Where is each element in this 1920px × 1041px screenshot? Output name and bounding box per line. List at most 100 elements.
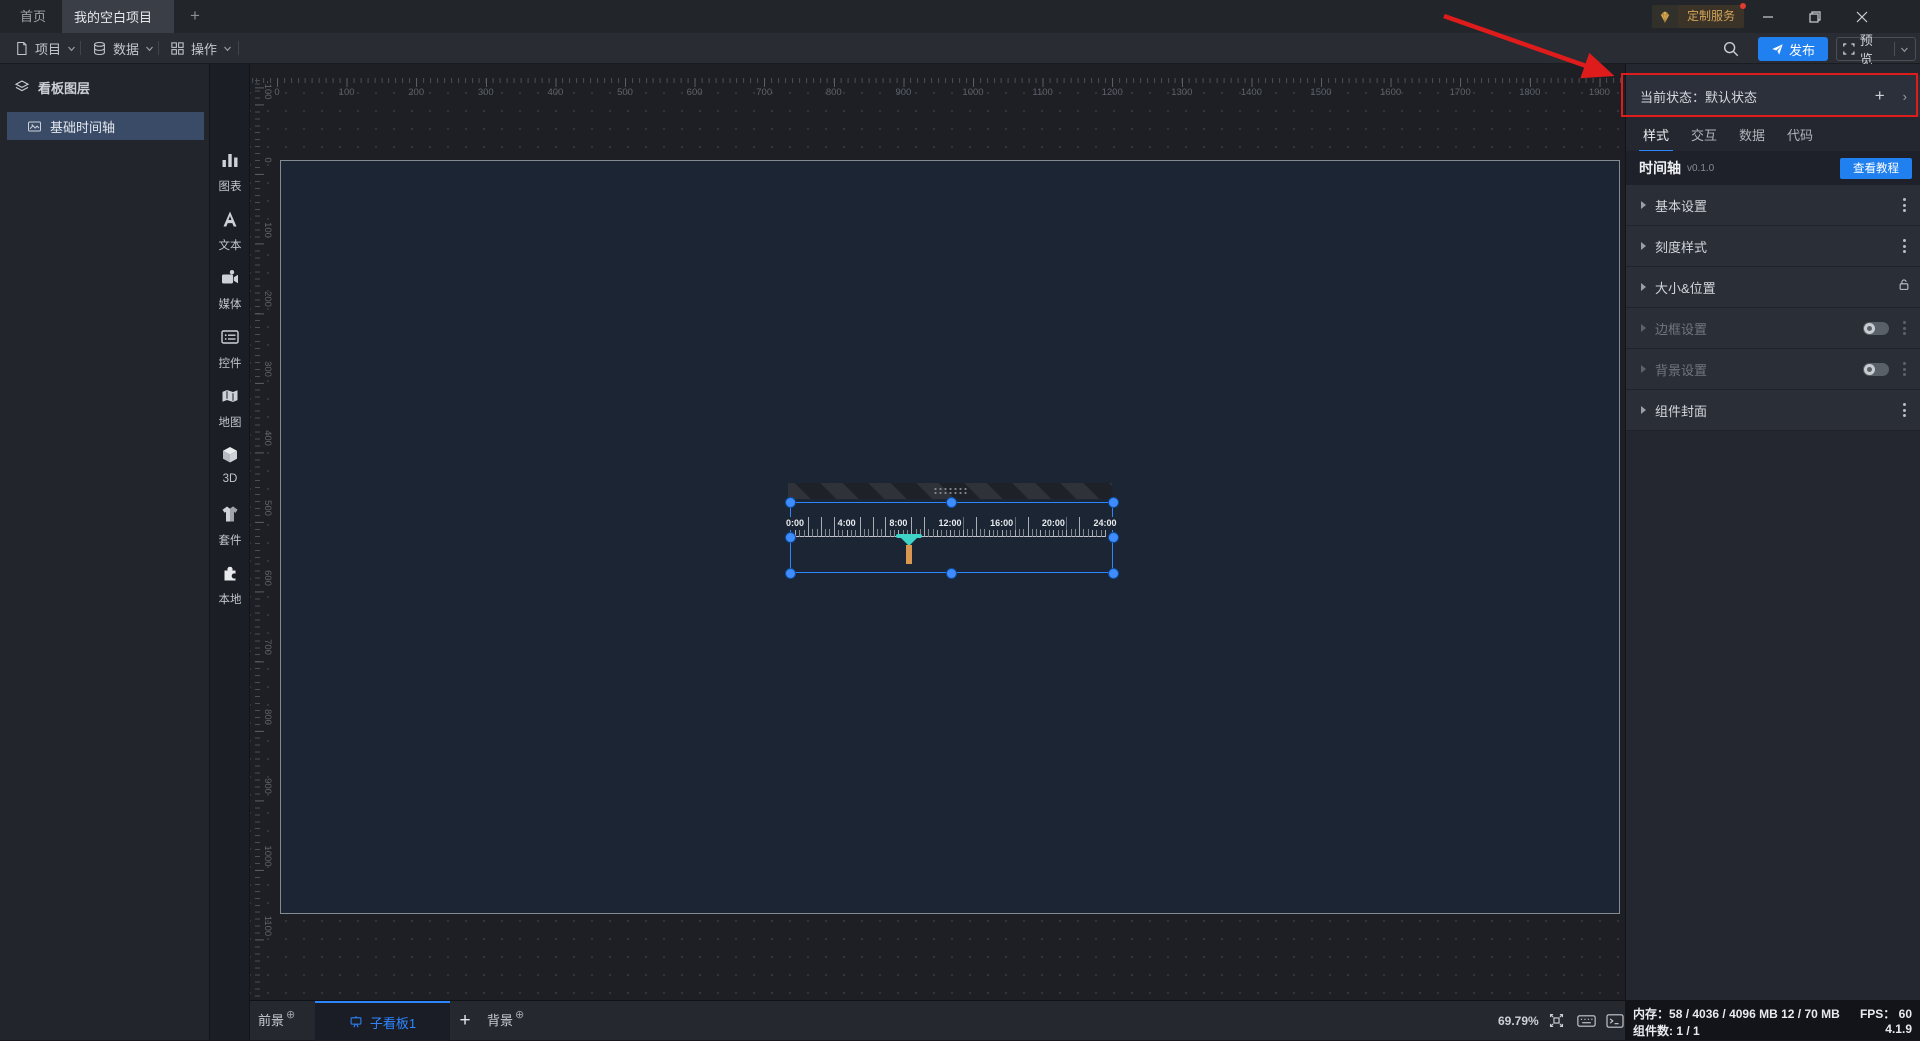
panel-tab-交互[interactable]: 交互	[1689, 117, 1719, 152]
h-ruler-label: 1800	[1519, 87, 1541, 98]
settings-sections: 基本设置 刻度样式大小&位置边框设置背景设置组件封面	[1626, 185, 1920, 431]
publish-button[interactable]: 发布	[1758, 37, 1828, 61]
tutorial-button[interactable]: 查看教程	[1840, 157, 1912, 179]
h-ruler-label: 1500	[1310, 87, 1332, 98]
close-button[interactable]	[1845, 0, 1879, 33]
chevron-down-icon	[1901, 47, 1908, 52]
caret-right-icon	[1641, 406, 1646, 414]
current-state-row[interactable]: 当前状态：默认状态 + ›	[1626, 75, 1920, 117]
kebab-menu-icon[interactable]	[1897, 196, 1911, 214]
timeline-tick-label: 16:00	[988, 517, 1016, 530]
kebab-menu-icon[interactable]	[1897, 401, 1911, 419]
timeline-tick	[833, 517, 835, 537]
terminal-icon[interactable]	[1604, 1011, 1626, 1030]
section-大小&位置[interactable]: 大小&位置	[1626, 267, 1920, 308]
section-基本设置[interactable]: 基本设置	[1626, 185, 1920, 226]
menu-project[interactable]: 项目	[14, 33, 76, 63]
resize-handle[interactable]	[785, 568, 795, 578]
tool-media[interactable]: 媒体	[210, 268, 250, 316]
foreground-tab[interactable]: 前景 ⊕	[258, 1001, 295, 1041]
timeline-tick	[932, 529, 934, 537]
preview-button[interactable]: 预览	[1836, 33, 1916, 67]
resize-handle[interactable]	[947, 568, 956, 578]
resize-handle[interactable]	[785, 497, 795, 507]
resize-handle[interactable]	[785, 533, 795, 542]
doc-icon	[17, 41, 27, 55]
timeline-tick	[842, 529, 844, 537]
minimize-button[interactable]	[1751, 0, 1785, 33]
local-icon	[220, 563, 240, 588]
v-ruler-label: 500	[262, 500, 273, 516]
resize-handle[interactable]	[1108, 533, 1118, 542]
canvas[interactable]: 0 100 200 300 400 500 600 700 800 900 1000 1100 1200…	[250, 64, 1625, 1000]
menu-data[interactable]: 数据	[92, 33, 154, 63]
tool-control[interactable]: 控件	[210, 327, 250, 375]
panel-tab-数据[interactable]: 数据	[1737, 117, 1767, 152]
kit-icon	[220, 504, 240, 529]
timeline-tick	[803, 529, 805, 537]
component-info-row: 时间轴 v0.1.0 查看教程	[1626, 151, 1920, 185]
timeline-component[interactable]: 0:00 4:00 8:00 12:00 16:00 20:00 24:00	[783, 515, 1119, 537]
add-state-button[interactable]: +	[1875, 86, 1885, 106]
fit-screen-icon[interactable]	[1545, 1011, 1567, 1030]
panel-tab-代码[interactable]: 代码	[1785, 117, 1815, 152]
tool-local[interactable]: 本地	[210, 563, 250, 611]
search-icon[interactable]	[1722, 40, 1740, 58]
lock-icon[interactable]	[1897, 277, 1911, 297]
chevron-down-icon	[68, 46, 75, 51]
timeline-tick-label: 4:00	[835, 517, 858, 530]
tool-label: 地图	[218, 417, 242, 429]
timeline-tick	[928, 529, 930, 537]
new-tab-button[interactable]: +	[186, 7, 204, 25]
layer-item-timeline[interactable]: 基础时间轴	[7, 112, 204, 140]
project-tab[interactable]: 我的空白项目	[62, 0, 174, 33]
v-ruler-label: 1000	[262, 845, 273, 867]
section-背景设置[interactable]: 背景设置	[1626, 349, 1920, 390]
add-foreground-icon[interactable]: ⊕	[286, 1010, 295, 1021]
grid-icon	[171, 41, 184, 55]
zoom-level[interactable]: 69.79%	[1498, 1014, 1539, 1028]
subboard-tab[interactable]: 子看板1	[315, 1001, 450, 1041]
h-ruler-label: 300	[477, 87, 494, 98]
image-icon	[28, 121, 41, 131]
section-组件封面[interactable]: 组件封面	[1626, 390, 1920, 431]
tool-text[interactable]: 文本	[210, 209, 250, 257]
keyboard-icon[interactable]	[1575, 1011, 1597, 1030]
chevron-right-icon[interactable]: ›	[1903, 89, 1907, 104]
resize-handle[interactable]	[1108, 497, 1118, 507]
layers-panel: 看板图层 基础时间轴	[0, 64, 210, 1040]
tool-map[interactable]: 地图	[210, 386, 250, 434]
section-label: 背景设置	[1655, 362, 1708, 378]
tool-threed[interactable]: 3D	[210, 445, 250, 493]
toggle-off[interactable]	[1863, 362, 1889, 376]
kebab-menu-icon[interactable]	[1897, 360, 1911, 378]
timeline-tick	[984, 529, 986, 537]
selection-box[interactable]	[790, 502, 1113, 573]
menu-separator	[80, 41, 81, 55]
timeline-tick	[825, 529, 827, 537]
restore-button[interactable]	[1798, 0, 1832, 33]
resize-handle[interactable]	[947, 497, 956, 507]
panel-tab-样式[interactable]: 样式	[1638, 117, 1674, 152]
timeline-tick	[1044, 529, 1046, 537]
add-subboard-button[interactable]: +	[453, 1009, 477, 1033]
custom-service-badge[interactable]: 定制服务	[1652, 3, 1747, 28]
database-icon	[94, 41, 105, 55]
home-tab[interactable]: 首页	[20, 0, 46, 33]
timeline-tick	[863, 529, 865, 537]
add-background-icon[interactable]: ⊕	[515, 1010, 524, 1021]
gem-icon	[1652, 5, 1678, 28]
kebab-menu-icon[interactable]	[1897, 237, 1911, 255]
toggle-off[interactable]	[1863, 321, 1889, 335]
kebab-menu-icon[interactable]	[1897, 319, 1911, 337]
menu-actions[interactable]: 操作	[170, 33, 232, 63]
section-label: 大小&位置	[1655, 280, 1716, 296]
timeline-tick	[1049, 529, 1051, 537]
background-tab[interactable]: 背景 ⊕	[487, 1001, 524, 1041]
tool-chart[interactable]: 图表	[210, 150, 250, 198]
section-刻度样式[interactable]: 刻度样式	[1626, 226, 1920, 267]
section-边框设置[interactable]: 边框设置	[1626, 308, 1920, 349]
layers-icon	[14, 80, 30, 92]
resize-handle[interactable]	[1108, 568, 1118, 578]
tool-kit[interactable]: 套件	[210, 504, 250, 552]
